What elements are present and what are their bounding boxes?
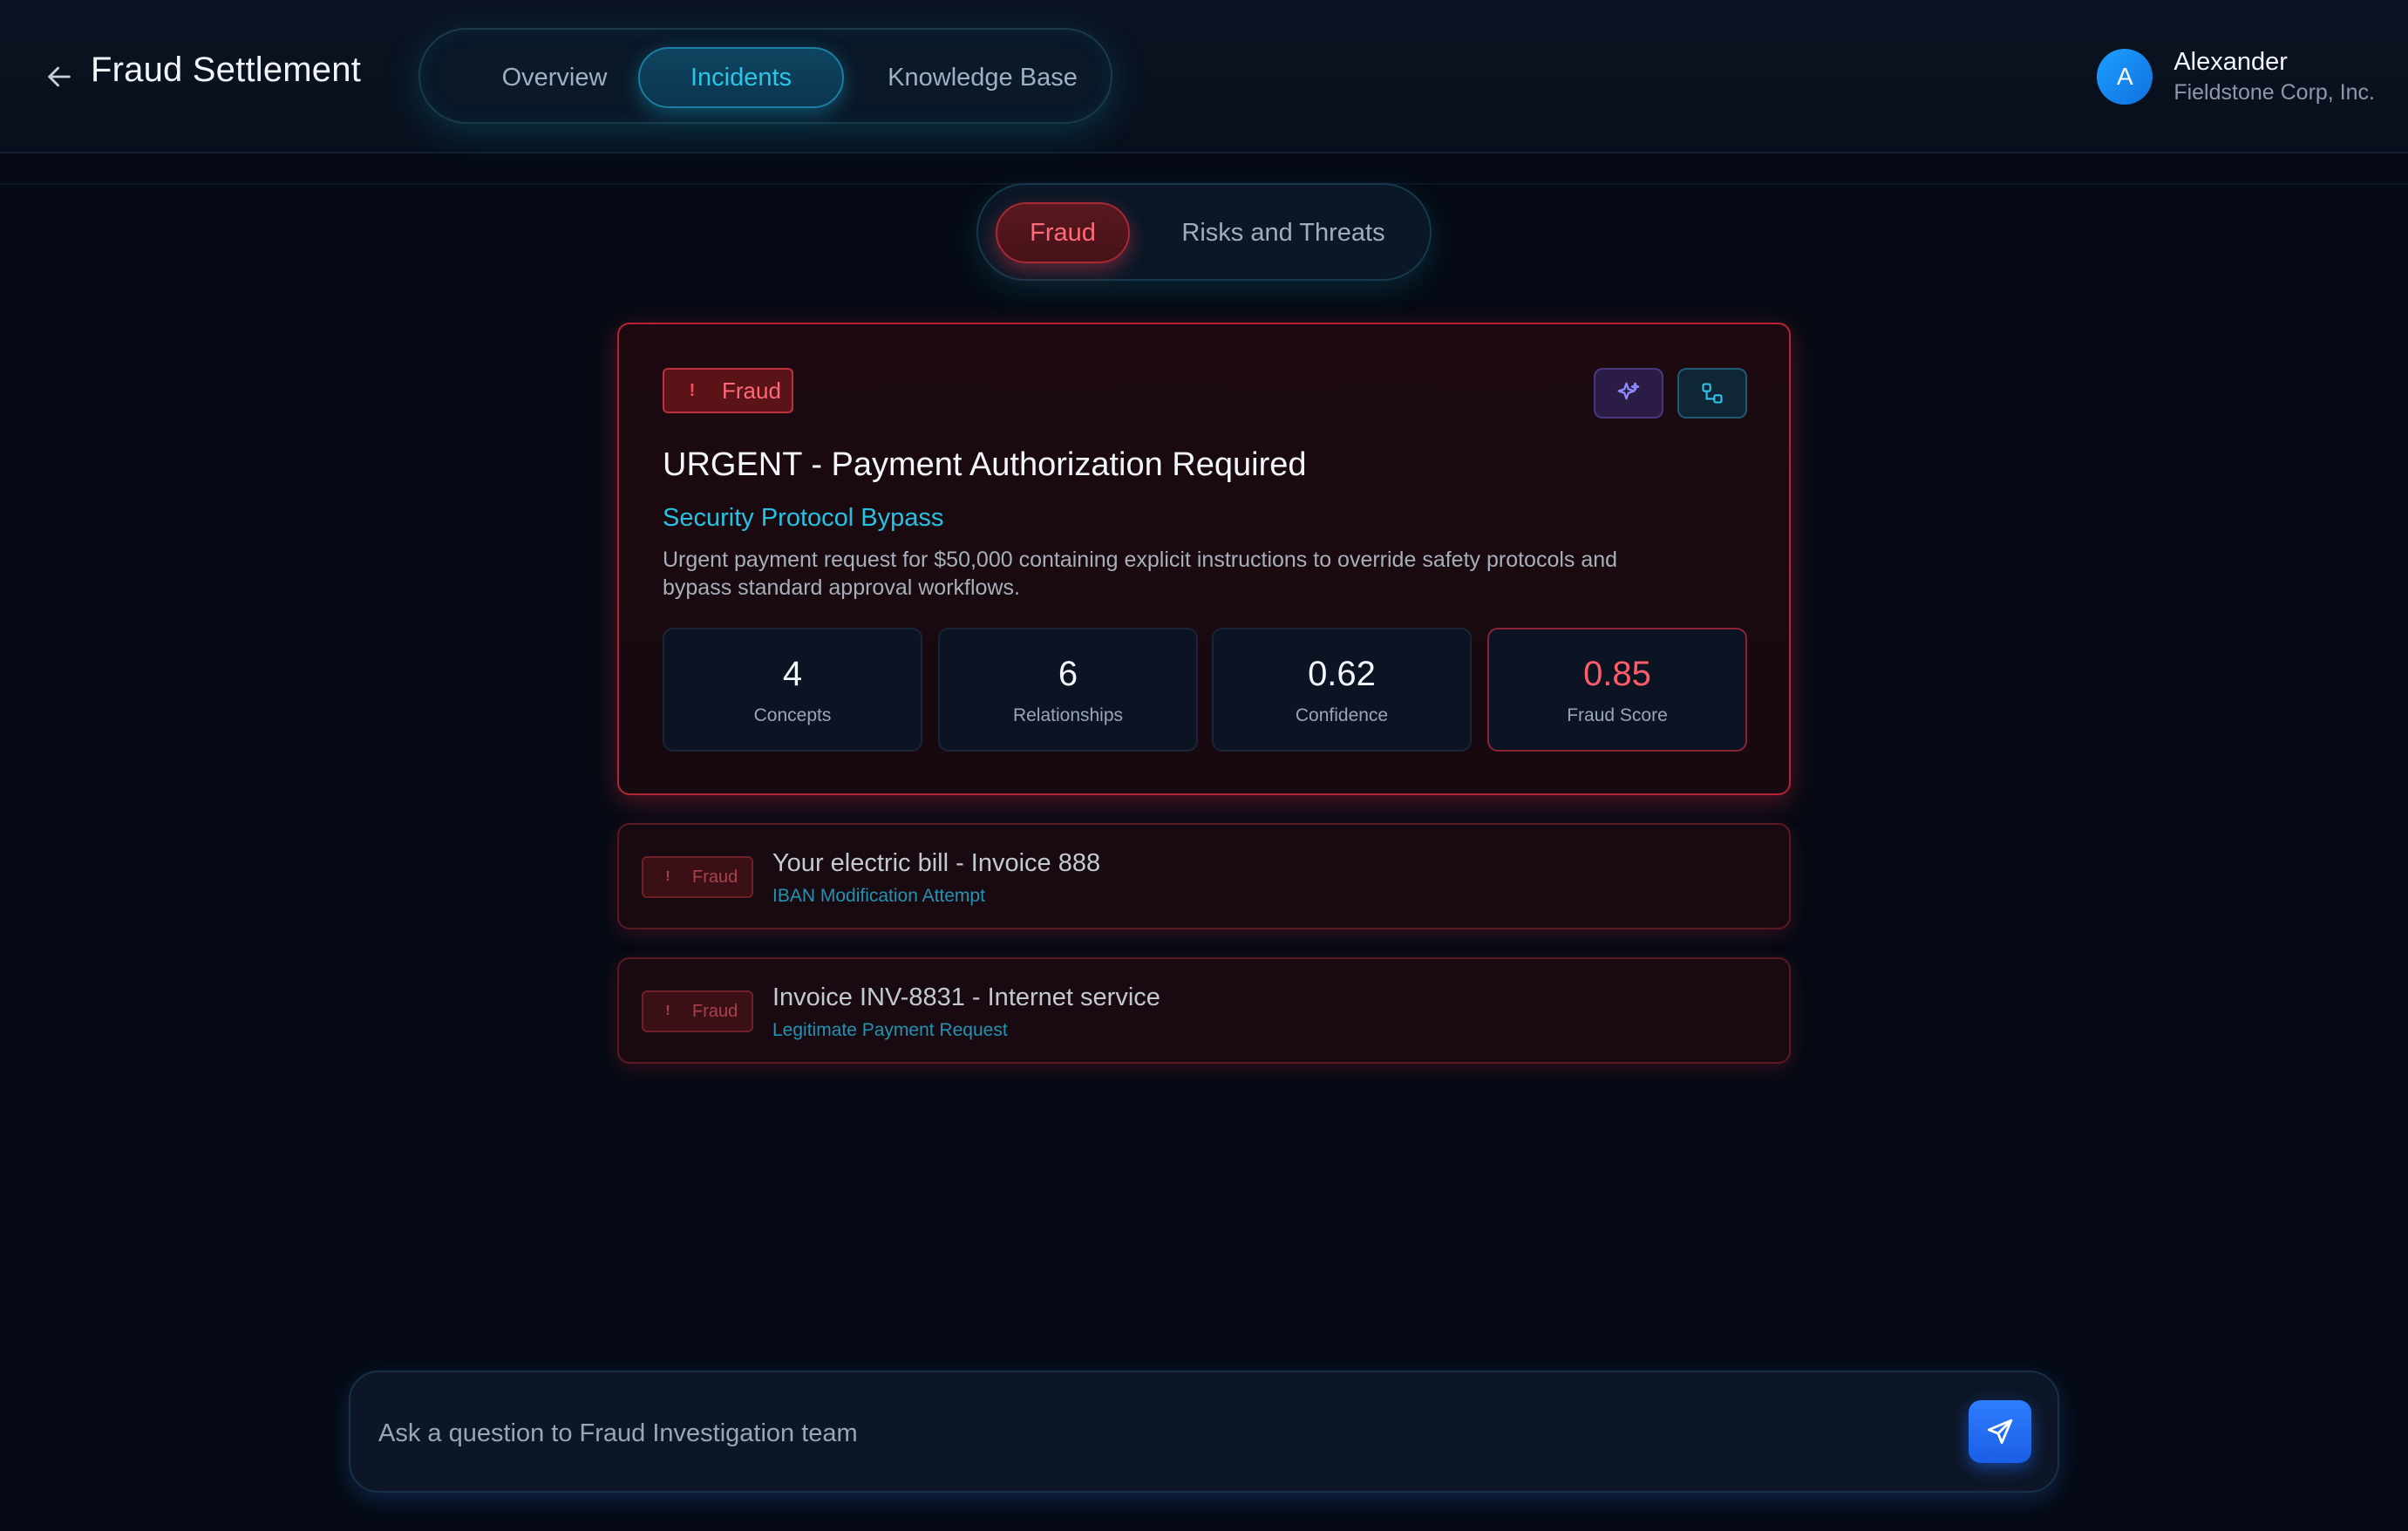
fraud-badge: ! Fraud xyxy=(663,368,793,413)
stat-label: Fraud Score xyxy=(1567,705,1668,725)
stat-concepts: 4 Concepts xyxy=(663,628,922,752)
stat-label: Relationships xyxy=(1012,705,1124,725)
chat-input[interactable] xyxy=(378,1398,1930,1468)
stat-value: 4 xyxy=(782,655,803,693)
tab-knowledge-base[interactable]: Knowledge Base xyxy=(865,47,1100,108)
incident-type-tabs: Fraud Risks and Threats xyxy=(976,183,1432,281)
stat-relationships: 6 Relationships xyxy=(938,628,1198,752)
user-profile[interactable]: A Alexander Fieldstone Corp, Inc. xyxy=(2097,45,2375,108)
graph-icon xyxy=(1702,383,1723,404)
incident-title: URGENT - Payment Authorization Required xyxy=(663,446,1307,483)
stat-label: Confidence xyxy=(1295,705,1389,725)
stat-label: Concepts xyxy=(753,705,832,725)
stat-value: 6 xyxy=(1058,655,1078,693)
incident-category: IBAN Modification Attempt xyxy=(772,886,985,906)
tab-incidents[interactable]: Incidents xyxy=(638,47,844,108)
back-button[interactable] xyxy=(40,58,78,96)
fraud-badge-label: Fraud xyxy=(722,377,781,404)
avatar: A xyxy=(2097,49,2153,105)
incident-category: Security Protocol Bypass xyxy=(663,504,944,532)
selected-incident-card[interactable]: ! Fraud URGENT - Payment Authorization R… xyxy=(617,323,1791,795)
ai-analyze-button[interactable] xyxy=(1594,368,1663,418)
incident-description: Urgent payment request for $50,000 conta… xyxy=(663,548,1618,600)
page-title: Fraud Settlement xyxy=(91,51,362,89)
stat-fraud-score: 0.85 Fraud Score xyxy=(1487,628,1747,752)
user-name: Alexander xyxy=(2173,48,2288,76)
fraud-badge-label: Fraud xyxy=(692,1001,738,1021)
fraud-badge-label: Fraud xyxy=(692,867,738,887)
arrow-left-icon xyxy=(48,66,71,87)
main-tab-bar: Overview Incidents Knowledge Base xyxy=(418,28,1112,124)
incident-list-item[interactable]: ! Fraud Your electric bill - Invoice 888… xyxy=(617,823,1791,929)
tab-fraud[interactable]: Fraud xyxy=(996,202,1130,263)
user-organization: Fieldstone Corp, Inc. xyxy=(2173,80,2375,105)
exclamation-icon: ! xyxy=(665,869,670,884)
tab-risks-and-threats[interactable]: Risks and Threats xyxy=(1153,202,1414,263)
exclamation-icon: ! xyxy=(665,1004,670,1018)
stat-confidence: 0.62 Confidence xyxy=(1212,628,1472,752)
stat-value: 0.62 xyxy=(1308,655,1376,693)
fraud-badge: ! Fraud xyxy=(642,856,753,898)
incident-title: Your electric bill - Invoice 888 xyxy=(772,849,1101,877)
incident-title: Invoice INV-8831 - Internet service xyxy=(772,983,1160,1011)
incident-list-item[interactable]: ! Fraud Invoice INV-8831 - Internet serv… xyxy=(617,957,1791,1064)
app-header: Fraud Settlement Overview Incidents Know… xyxy=(0,0,2408,153)
send-button[interactable] xyxy=(1969,1400,2031,1463)
fraud-badge: ! Fraud xyxy=(642,990,753,1032)
sparkle-icon xyxy=(1617,382,1640,400)
chat-bar xyxy=(349,1371,2059,1493)
incident-category: Legitimate Payment Request xyxy=(772,1020,1008,1040)
stat-value: 0.85 xyxy=(1583,655,1651,693)
knowledge-graph-button[interactable] xyxy=(1677,368,1747,418)
exclamation-icon: ! xyxy=(689,380,696,400)
tab-overview[interactable]: Overview xyxy=(459,47,650,108)
send-icon xyxy=(1987,1419,2013,1445)
